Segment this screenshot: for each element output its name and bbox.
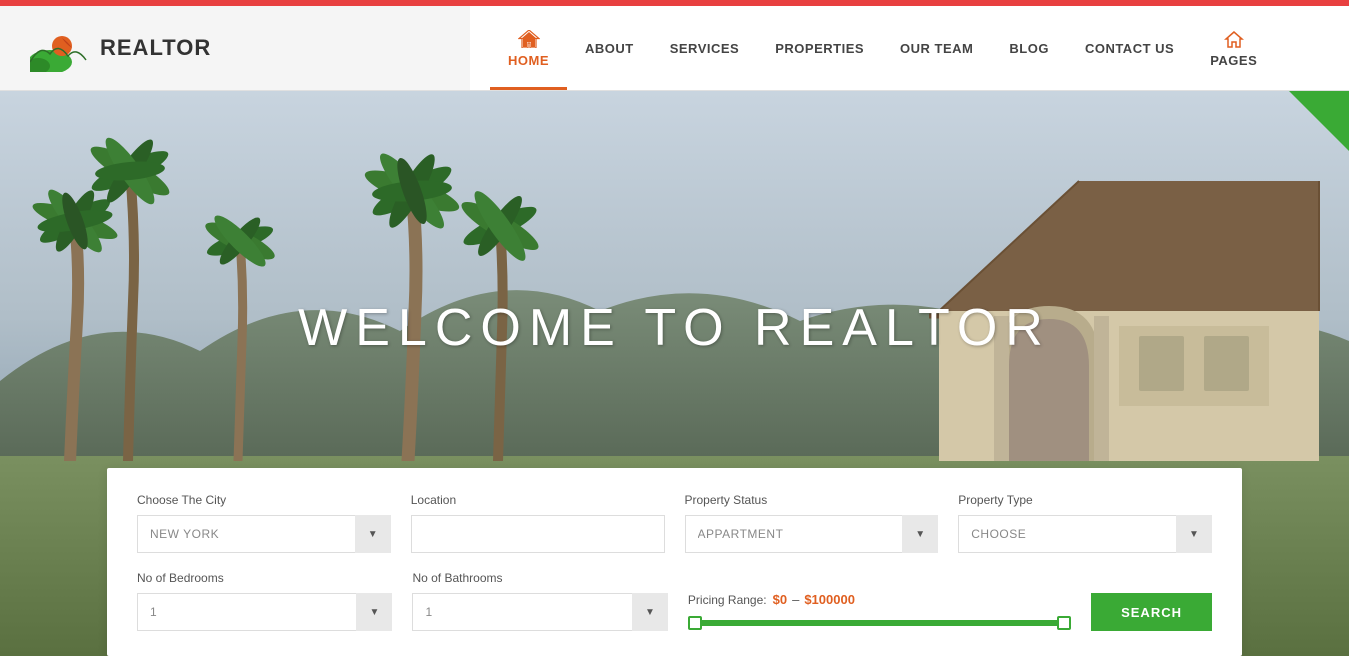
bathrooms-field-group: No of Bathrooms 1 ▼ xyxy=(412,571,667,631)
status-select[interactable]: APPARTMENT xyxy=(685,515,939,553)
header: REALTOR HOME ABOUT SERVICES PROPERTIES O… xyxy=(0,6,1349,91)
nav-item-home[interactable]: HOME xyxy=(490,6,567,90)
price-sep: – xyxy=(792,592,799,607)
search-panel: Choose The City NEW YORK ▼ Location Prop… xyxy=(107,468,1242,656)
nav-item-blog[interactable]: BLOG xyxy=(991,6,1067,90)
bathrooms-select-wrapper: 1 ▼ xyxy=(412,593,667,631)
status-field-group: Property Status APPARTMENT ▼ xyxy=(685,493,939,553)
city-label: Choose The City xyxy=(137,493,391,507)
nav-item-ourteam[interactable]: OUR TEAM xyxy=(882,6,991,90)
palm-tree-center xyxy=(200,181,280,461)
location-label: Location xyxy=(411,493,665,507)
hero-section: WELCOME TO REALTOR Choose The City NEW Y… xyxy=(0,91,1349,656)
city-field-group: Choose The City NEW YORK ▼ xyxy=(137,493,391,553)
logo-text: REALTOR xyxy=(100,35,211,61)
bedrooms-select[interactable]: 1 xyxy=(137,593,392,631)
nav-label-services: SERVICES xyxy=(670,41,740,56)
bedrooms-field-group: No of Bedrooms 1 ▼ xyxy=(137,571,392,631)
search-row-2: No of Bedrooms 1 ▼ No of Bathrooms 1 ▼ xyxy=(137,571,1212,631)
pages-icon xyxy=(1223,29,1245,49)
logo-area: REALTOR xyxy=(0,24,470,72)
nav-label-properties: PROPERTIES xyxy=(775,41,864,56)
nav-label-about: ABOUT xyxy=(585,41,634,56)
nav-item-services[interactable]: SERVICES xyxy=(652,6,758,90)
range-track xyxy=(688,620,1071,626)
type-label: Property Type xyxy=(958,493,1212,507)
pricing-label-row: Pricing Range: $0 – $100000 xyxy=(688,592,1071,607)
price-max: $100000 xyxy=(804,592,855,607)
nav-item-pages[interactable]: PAGES xyxy=(1192,6,1275,90)
type-select-wrapper: CHOOSE ▼ xyxy=(958,515,1212,553)
bathrooms-select[interactable]: 1 xyxy=(412,593,667,631)
pricing-field-group: Pricing Range: $0 – $100000 xyxy=(688,592,1071,631)
nav-label-home: HOME xyxy=(508,53,549,68)
search-btn-group: SEARCH xyxy=(1091,593,1212,631)
nav-label-ourteam: OUR TEAM xyxy=(900,41,973,56)
status-label: Property Status xyxy=(685,493,939,507)
nav-label-contact: CONTACT US xyxy=(1085,41,1174,56)
range-thumb-left[interactable] xyxy=(688,616,702,630)
hero-title: WELCOME TO REALTOR xyxy=(298,298,1051,358)
search-row-1: Choose The City NEW YORK ▼ Location Prop… xyxy=(137,493,1212,553)
main-nav: HOME ABOUT SERVICES PROPERTIES OUR TEAM … xyxy=(470,6,1349,90)
location-field-group: Location xyxy=(411,493,665,553)
price-min: $0 xyxy=(773,592,787,607)
city-select-wrapper: NEW YORK ▼ xyxy=(137,515,391,553)
location-input[interactable] xyxy=(411,515,665,553)
bathrooms-label: No of Bathrooms xyxy=(412,571,667,585)
range-thumb-right[interactable] xyxy=(1057,616,1071,630)
range-slider[interactable] xyxy=(688,615,1071,631)
logo-icon xyxy=(30,24,90,72)
type-select[interactable]: CHOOSE xyxy=(958,515,1212,553)
city-select[interactable]: NEW YORK xyxy=(137,515,391,553)
bedrooms-select-wrapper: 1 ▼ xyxy=(137,593,392,631)
type-field-group: Property Type CHOOSE ▼ xyxy=(958,493,1212,553)
search-button[interactable]: SEARCH xyxy=(1091,593,1212,631)
nav-item-contact[interactable]: CONTACT US xyxy=(1067,6,1192,90)
home-icon xyxy=(518,29,540,49)
nav-item-about[interactable]: ABOUT xyxy=(567,6,652,90)
nav-item-properties[interactable]: PROPERTIES xyxy=(757,6,882,90)
nav-label-pages: PAGES xyxy=(1210,53,1257,68)
bedrooms-label: No of Bedrooms xyxy=(137,571,392,585)
nav-label-blog: BLOG xyxy=(1009,41,1049,56)
pricing-label: Pricing Range: xyxy=(688,593,767,607)
palm-tree-left-2 xyxy=(80,91,180,461)
status-select-wrapper: APPARTMENT ▼ xyxy=(685,515,939,553)
